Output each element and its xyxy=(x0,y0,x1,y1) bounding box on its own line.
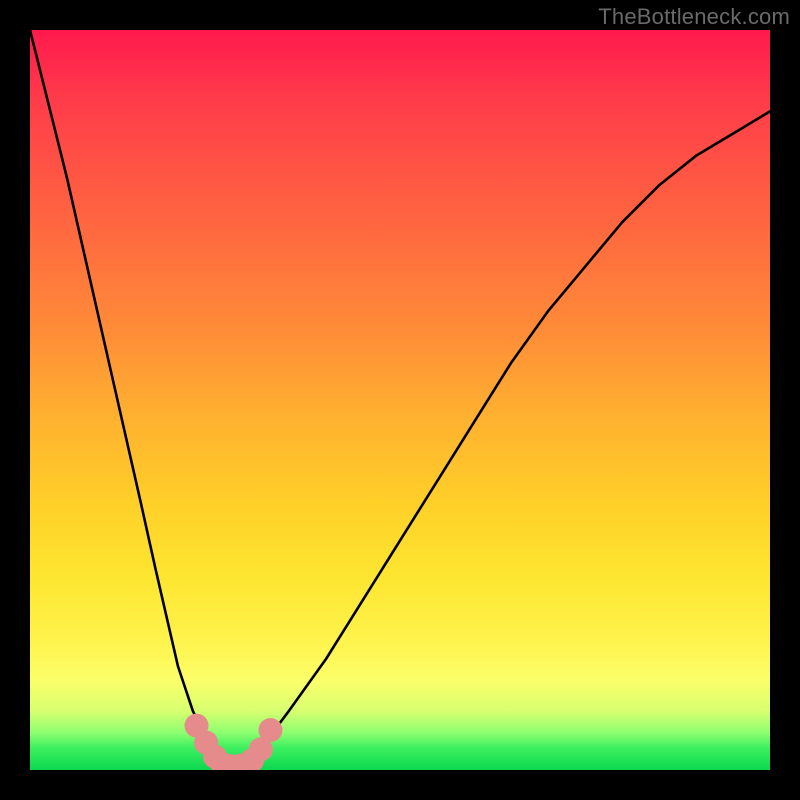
curve-marker xyxy=(259,718,283,742)
plot-area xyxy=(30,30,770,770)
curve-markers xyxy=(185,714,283,770)
chart-frame: TheBottleneck.com xyxy=(0,0,800,800)
bottleneck-curve xyxy=(30,30,770,766)
chart-svg xyxy=(30,30,770,770)
watermark-text: TheBottleneck.com xyxy=(598,4,790,30)
